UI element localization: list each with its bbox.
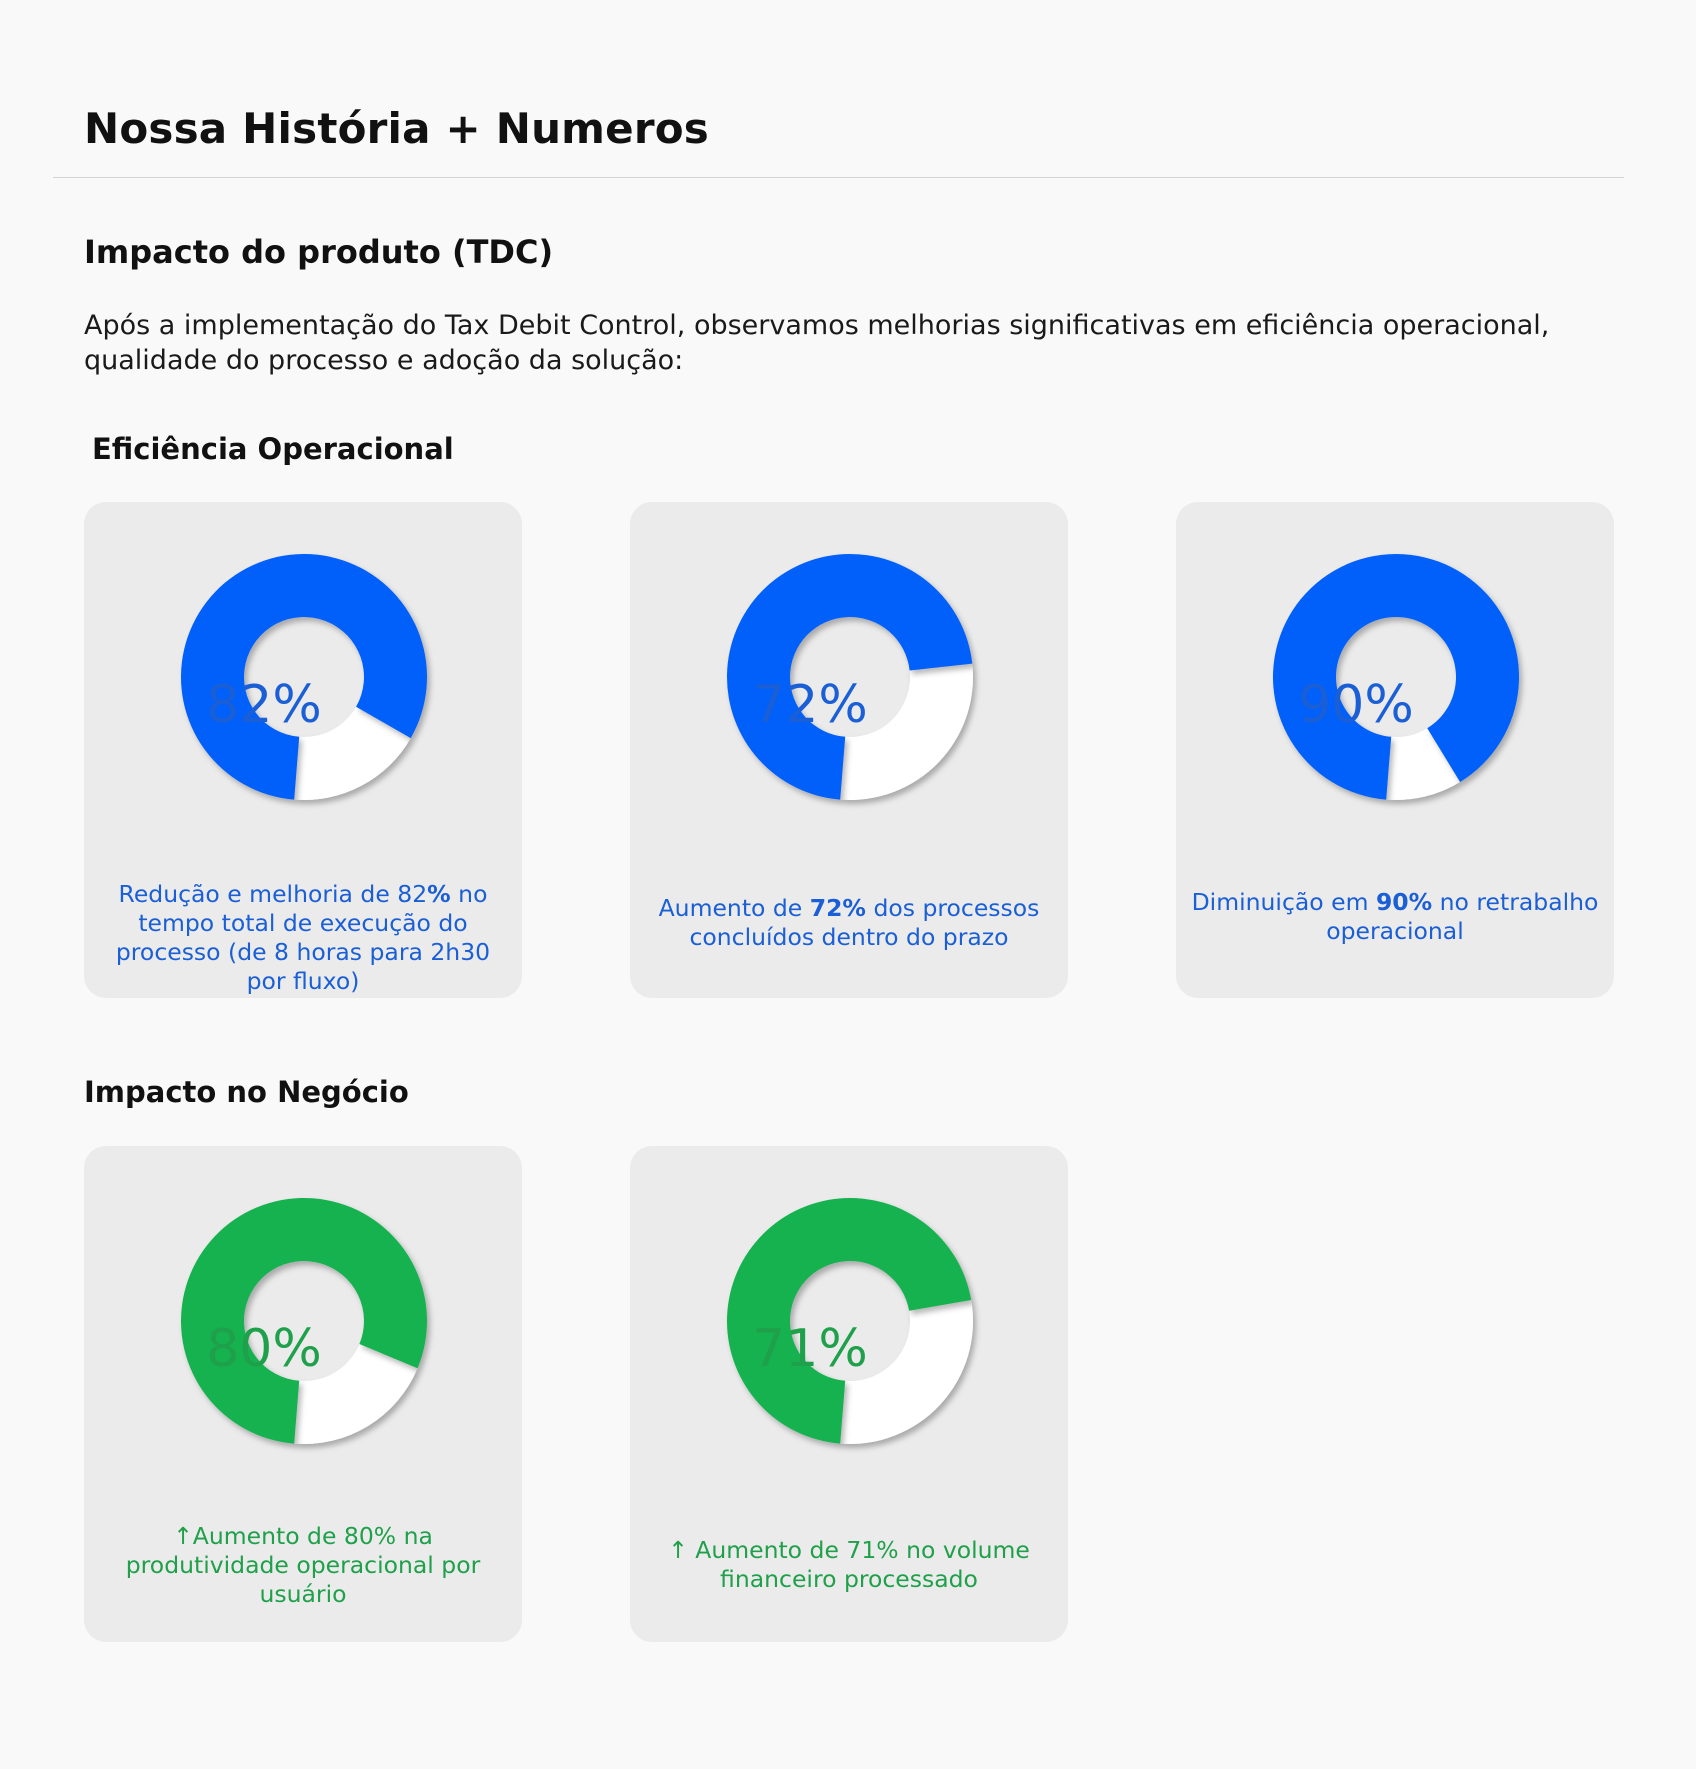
metric-card: 71% ↑ Aumento de 71% no volume financeir…: [630, 1146, 1068, 1642]
metric-caption: ↑Aumento de 80% na produtividade operaci…: [94, 1522, 512, 1609]
donut-percent-label: 90%: [1298, 675, 1414, 735]
metric-card: 80% ↑Aumento de 80% na produtividade ope…: [84, 1146, 522, 1642]
metric-caption: ↑ Aumento de 71% no volume financeiro pr…: [640, 1536, 1058, 1594]
donut-percent-label: 72%: [752, 675, 868, 735]
caption-text: %: [427, 880, 451, 908]
title-divider: [53, 177, 1624, 178]
group-heading-negocio: Impacto no Negócio: [84, 1075, 409, 1109]
metric-caption: Redução e melhoria de 82% no tempo total…: [94, 880, 512, 996]
caption-text: 72%: [809, 894, 866, 922]
caption-text: Diminuição em: [1191, 888, 1376, 916]
page-title: Nossa História + Numeros: [84, 104, 709, 153]
donut-percent-label: 71%: [752, 1319, 868, 1379]
metric-card: 72% Aumento de 72% dos processos concluí…: [630, 502, 1068, 998]
metric-caption: Aumento de 72% dos processos concluídos …: [640, 894, 1058, 952]
caption-text: Aumento de: [658, 894, 810, 922]
metric-caption: Diminuição em 90% no retrabalho operacio…: [1186, 888, 1604, 946]
caption-text: Redução e melhoria de 82: [118, 880, 428, 908]
caption-text: ↑ Aumento de 71% no volume financeiro pr…: [668, 1536, 1030, 1593]
metric-card: 82% Redução e melhoria de 82% no tempo t…: [84, 502, 522, 998]
donut-percent-label: 82%: [206, 675, 322, 735]
section-heading: Impacto do produto (TDC): [84, 233, 554, 271]
intro-paragraph: Após a implementação do Tax Debit Contro…: [84, 310, 1550, 376]
group-heading-eficiencia: Eficiência Operacional: [92, 432, 454, 466]
metric-card: 90% Diminuição em 90% no retrabalho oper…: [1176, 502, 1614, 998]
donut-percent-label: 80%: [206, 1319, 322, 1379]
caption-text: 90%: [1375, 888, 1433, 916]
caption-text: ↑Aumento de 80% na produtividade operaci…: [125, 1522, 481, 1608]
